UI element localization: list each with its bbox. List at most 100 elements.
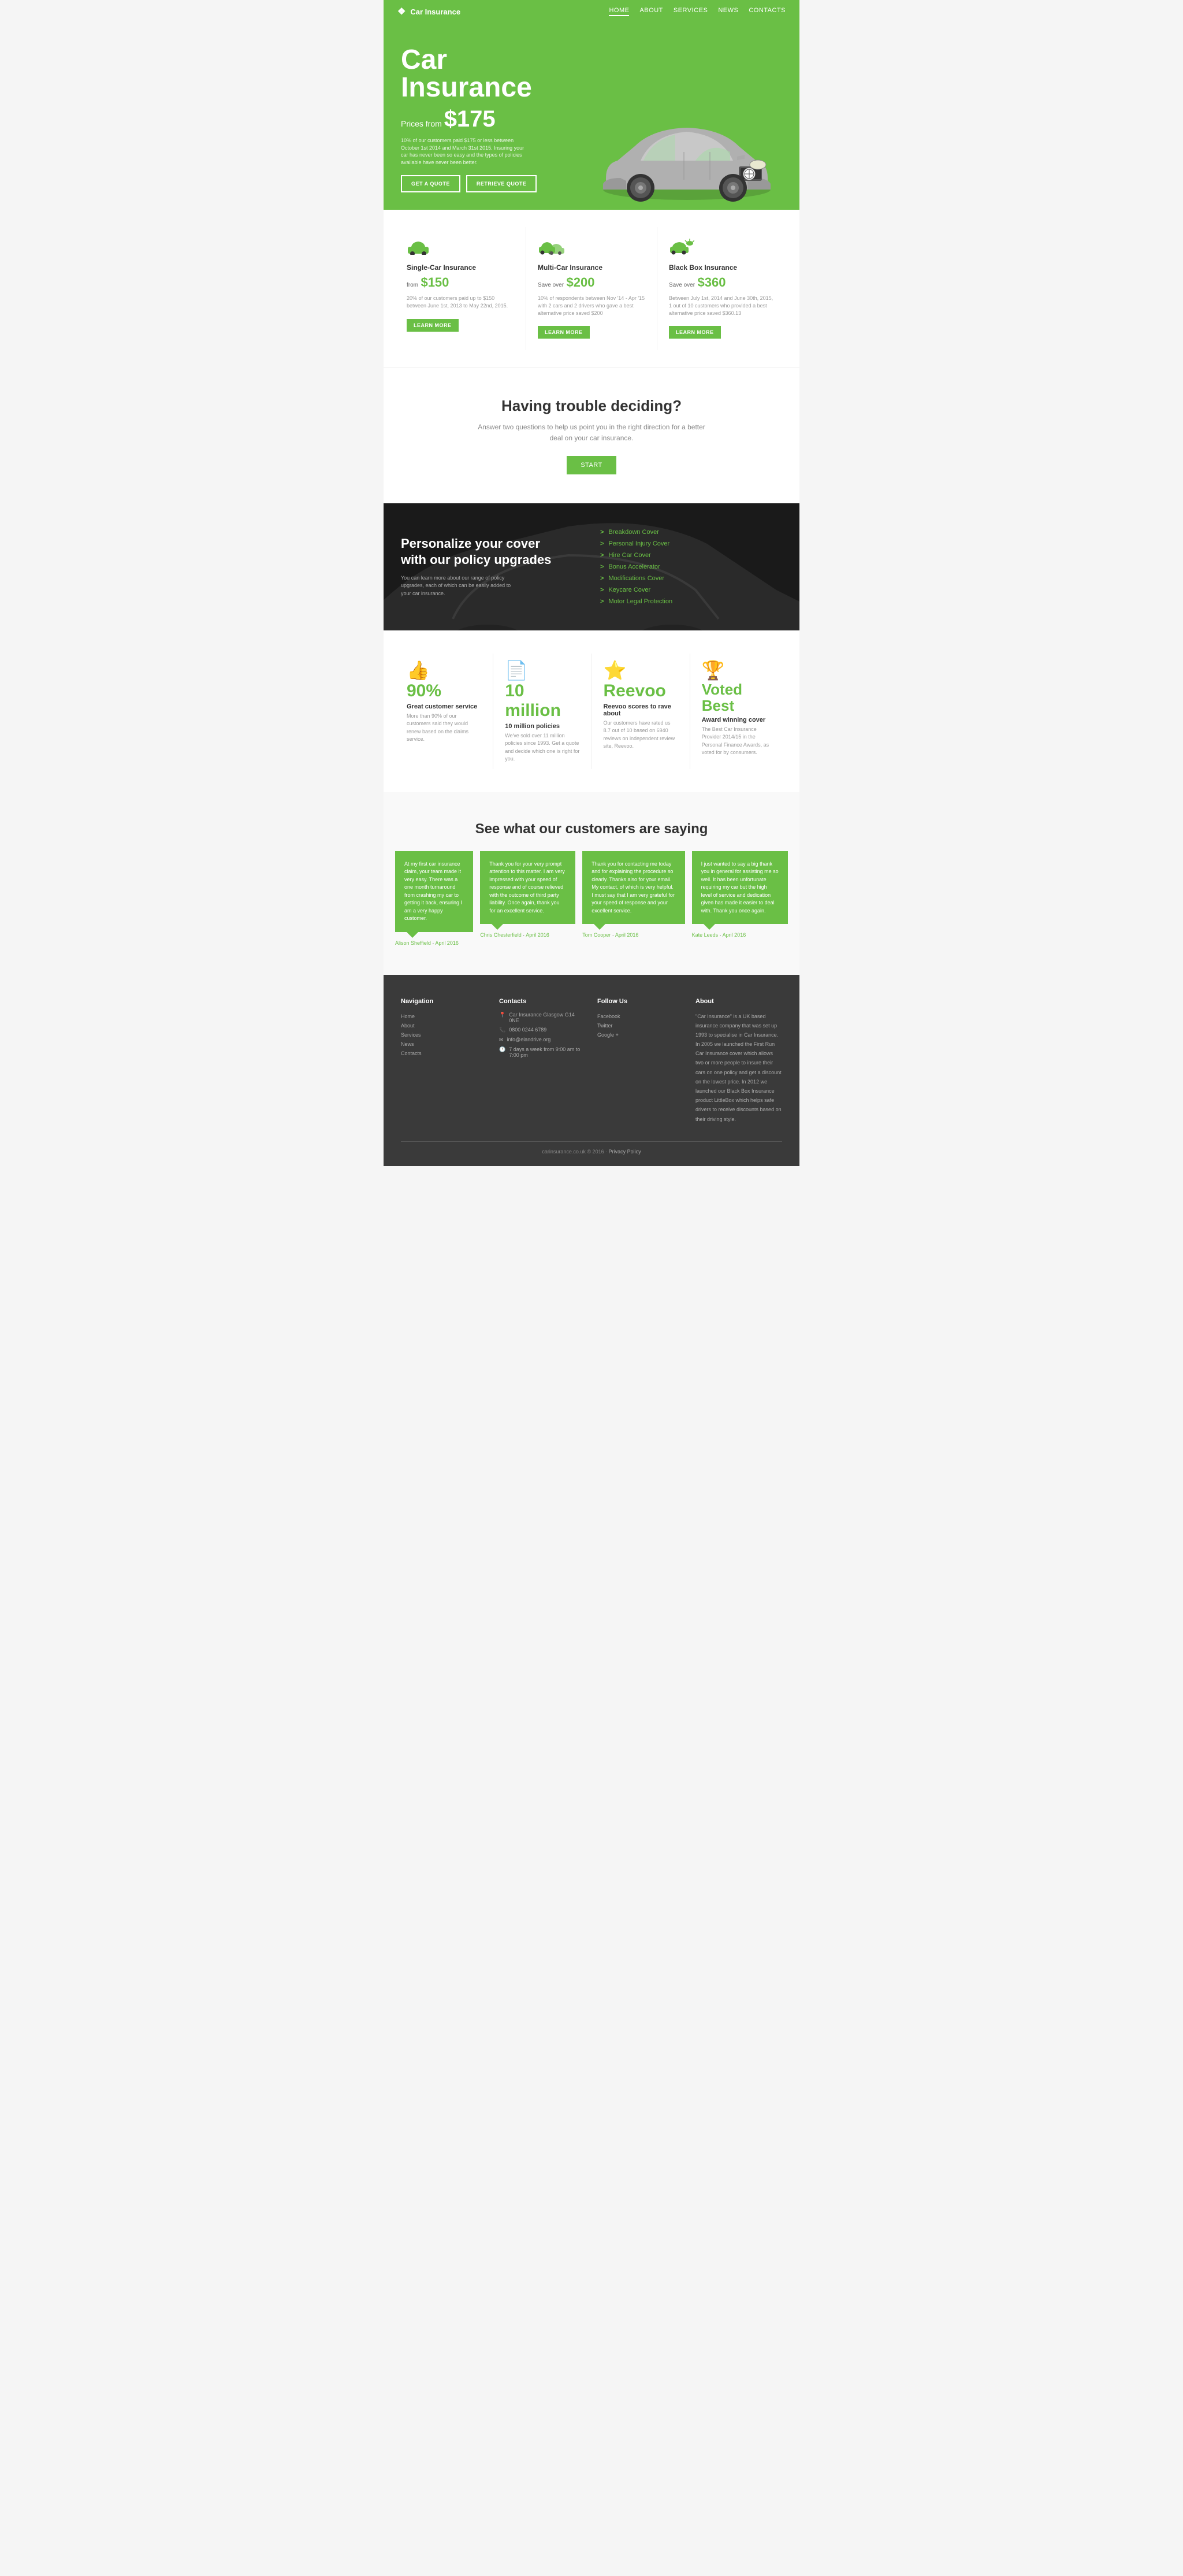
stat-10m-title: 10 million policies xyxy=(505,723,579,730)
card-blackbox-price: Save over $360 xyxy=(669,275,776,290)
hero-subtext: 10% of our customers paid $175 or less b… xyxy=(401,137,528,166)
logo-icon: ❖ xyxy=(397,6,406,17)
policy-item-breakdown[interactable]: Breakdown Cover xyxy=(600,526,782,538)
footer-about: About "Car Insurance" is a UK based insu… xyxy=(695,998,782,1124)
policy-item-injury[interactable]: Personal Injury Cover xyxy=(600,538,782,550)
footer-social: Follow Us Facebook Twitter Google + xyxy=(597,998,684,1124)
stat-reevoo-num: Reevoo xyxy=(604,681,678,701)
footer-link-services[interactable]: Services xyxy=(401,1030,488,1040)
hero-price: $175 xyxy=(444,106,496,132)
testimonial-wrapper-2: Thank you for contacting me today and fo… xyxy=(582,851,684,946)
testimonial-wrapper-1: Thank you for your very prompt attention… xyxy=(480,851,575,946)
card-single: Single-Car Insurance from $150 20% of ou… xyxy=(395,227,526,350)
stat-10m-desc: We've sold over 11 million policies sinc… xyxy=(505,732,579,763)
card-blackbox-desc: Between July 1st, 2014 and June 30th, 20… xyxy=(669,295,776,317)
card-multi: Multi-Car Insurance Save over $200 10% o… xyxy=(526,227,657,350)
footer-email: ✉ info@elandrive.org xyxy=(499,1037,586,1043)
stat-voted: 🏆 Voted Best Award winning cover The Bes… xyxy=(690,654,788,769)
retrieve-quote-button[interactable]: RETRIEVE QUOTE xyxy=(466,175,537,192)
reevoo-icon: ⭐ xyxy=(604,659,678,681)
testimonial-0-text: At my first car insurance claim, your te… xyxy=(404,860,464,923)
testimonials-grid: At my first car insurance claim, your te… xyxy=(395,851,788,946)
card-single-btn[interactable]: LEARN MORE xyxy=(407,319,459,332)
hero-title: Car Insurance xyxy=(401,46,592,102)
policy-item-modifications[interactable]: Modifications Cover xyxy=(600,573,782,584)
nav-links: HOME ABOUT SERVICES NEWS CONTACTS xyxy=(609,7,786,16)
footer-facebook[interactable]: Facebook xyxy=(597,1012,684,1021)
nav-news[interactable]: NEWS xyxy=(718,7,738,16)
footer-address: 📍 Car Insurance Glasgow G14 0NE xyxy=(499,1012,586,1023)
email-icon: ✉ xyxy=(499,1037,504,1043)
stat-reevoo-desc: Our customers have rated us 8.7 out of 1… xyxy=(604,719,678,751)
stats-section: 👍 90% Great customer service More than 9… xyxy=(384,630,799,792)
dark-section: Personalize your cover with our policy u… xyxy=(384,503,799,630)
testimonial-1-text: Thank you for your very prompt attention… xyxy=(489,860,566,915)
policy-item-hirecar[interactable]: Hire Car Cover xyxy=(600,550,782,561)
stat-voted-title: Award winning cover xyxy=(702,717,776,723)
dark-title: Personalize your cover with our policy u… xyxy=(401,536,583,569)
clock-icon: 🕐 xyxy=(499,1046,505,1053)
footer-contacts: Contacts 📍 Car Insurance Glasgow G14 0NE… xyxy=(499,998,586,1124)
card-multi-icon xyxy=(538,239,645,258)
stat-voted-desc: The Best Car Insurance Provider 2014/15 … xyxy=(702,726,776,757)
card-single-desc: 20% of our customers paid up to $150 bet… xyxy=(407,295,514,309)
nav-home[interactable]: HOME xyxy=(609,7,629,16)
prices-from: Prices from $175 xyxy=(401,106,592,132)
footer-nav: Navigation Home About Services News Cont… xyxy=(401,998,488,1124)
navigation: ❖ Car Insurance HOME ABOUT SERVICES NEWS… xyxy=(384,0,799,23)
stat-10m-num: 10 million xyxy=(505,681,579,721)
footer-bottom: carinsurance.co.uk © 2016 · Privacy Poli… xyxy=(401,1141,782,1155)
nav-services[interactable]: SERVICES xyxy=(674,7,708,16)
privacy-link[interactable]: Privacy Policy xyxy=(609,1149,641,1155)
nav-contacts[interactable]: CONTACTS xyxy=(749,7,786,16)
hero-car-image xyxy=(594,94,779,210)
nav-about[interactable]: ABOUT xyxy=(639,7,663,16)
footer-about-text: "Car Insurance" is a UK based insurance … xyxy=(695,1012,782,1124)
footer-grid: Navigation Home About Services News Cont… xyxy=(401,998,782,1124)
testimonial-wrapper-0: At my first car insurance claim, your te… xyxy=(395,851,473,946)
start-button[interactable]: START xyxy=(567,456,616,474)
phone-icon: 📞 xyxy=(499,1027,505,1033)
footer-link-about[interactable]: About xyxy=(401,1021,488,1030)
stat-90-num: 90% xyxy=(407,681,481,701)
testimonials-section: See what our customers are saying At my … xyxy=(384,792,799,975)
card-single-title: Single-Car Insurance xyxy=(407,263,514,272)
card-single-price: from $150 xyxy=(407,275,514,290)
testimonial-1-author: Chris Chesterfield · April 2016 xyxy=(480,932,575,938)
testimonial-wrapper-3: I just wanted to say a big thank you in … xyxy=(692,851,788,946)
policy-item-bonus[interactable]: Bonus Accelerator xyxy=(600,561,782,573)
stat-90: 👍 90% Great customer service More than 9… xyxy=(395,654,493,769)
dark-right: Breakdown Cover Personal Injury Cover Hi… xyxy=(600,526,782,607)
get-quote-button[interactable]: GET A QUOTE xyxy=(401,175,460,192)
testimonial-0: At my first car insurance claim, your te… xyxy=(395,851,473,932)
testimonial-3-author: Kate Leeds · April 2016 xyxy=(692,932,788,938)
trouble-title: Having trouble deciding? xyxy=(401,397,782,415)
card-blackbox-btn[interactable]: LEARN MORE xyxy=(669,326,721,339)
card-blackbox-title: Black Box Insurance xyxy=(669,263,776,272)
card-multi-title: Multi-Car Insurance xyxy=(538,263,645,272)
dark-desc: You can learn more about our range of po… xyxy=(401,574,516,598)
testimonial-1: Thank you for your very prompt attention… xyxy=(480,851,575,925)
policy-item-keycare[interactable]: Keycare Cover xyxy=(600,584,782,596)
logo-text: Car Insurance xyxy=(410,8,460,16)
footer-twitter[interactable]: Twitter xyxy=(597,1021,684,1030)
footer-google[interactable]: Google + xyxy=(597,1030,684,1040)
footer-hours: 🕐 7 days a week from 9:00 am to 7:00 pm xyxy=(499,1046,586,1058)
footer-link-contacts[interactable]: Contacts xyxy=(401,1049,488,1058)
card-blackbox-icon xyxy=(669,239,776,258)
footer-copyright: carinsurance.co.uk © 2016 · Privacy Poli… xyxy=(401,1149,782,1155)
footer-link-home[interactable]: Home xyxy=(401,1012,488,1021)
logo[interactable]: ❖ Car Insurance xyxy=(397,6,460,17)
trouble-desc: Answer two questions to help us point yo… xyxy=(476,422,707,444)
stat-reevoo-title: Reevoo scores to rave about xyxy=(604,703,678,717)
footer-link-news[interactable]: News xyxy=(401,1040,488,1049)
footer-social-title: Follow Us xyxy=(597,998,684,1005)
card-multi-btn[interactable]: LEARN MORE xyxy=(538,326,590,339)
testimonial-2: Thank you for contacting me today and fo… xyxy=(582,851,684,925)
trouble-section: Having trouble deciding? Answer two ques… xyxy=(384,368,799,503)
location-icon: 📍 xyxy=(499,1012,505,1018)
policies-icon: 📄 xyxy=(505,659,579,681)
testimonial-3: I just wanted to say a big thank you in … xyxy=(692,851,788,925)
stat-reevoo: ⭐ Reevoo Reevoo scores to rave about Our… xyxy=(592,654,690,769)
policy-item-legal[interactable]: Motor Legal Protection xyxy=(600,596,782,607)
